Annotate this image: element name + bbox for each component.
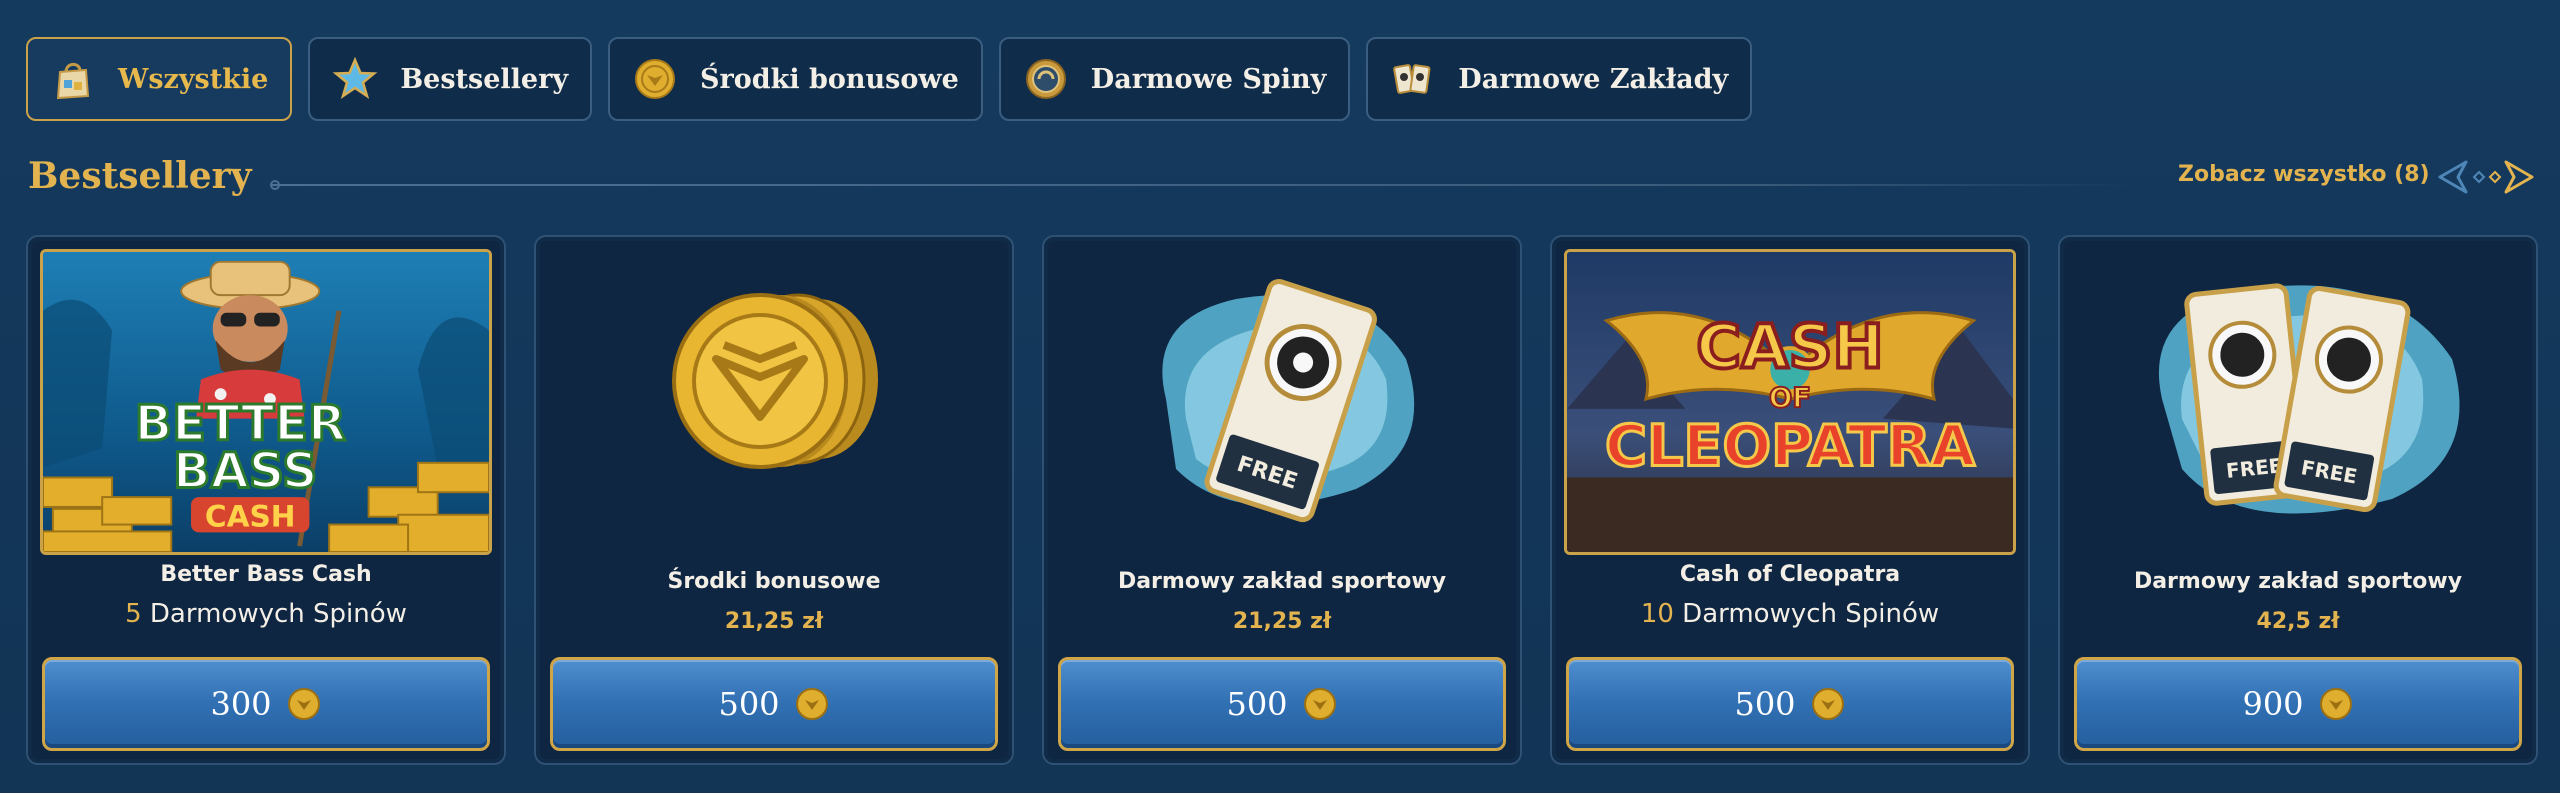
- card-title: Better Bass Cash: [160, 562, 372, 587]
- tab-label: Bestsellery: [400, 63, 569, 95]
- card-free-spins: 10 Darmowych Spinów: [1552, 599, 2028, 629]
- buy-button[interactable]: 900: [2074, 657, 2522, 751]
- tab-label: Środki bonusowe: [700, 63, 959, 95]
- card-price: 42,5 zł: [2256, 609, 2340, 634]
- buy-button[interactable]: 300: [42, 657, 490, 751]
- bestseller-cards: BETTER BASS CASH Better Bass Cash 5 Darm…: [26, 235, 2538, 765]
- section-title: Bestsellery: [28, 155, 252, 197]
- buy-button-cost: 500: [718, 685, 780, 723]
- tab-bestsellery[interactable]: Bestsellery: [308, 37, 593, 121]
- coin-icon: [287, 688, 320, 720]
- card-price: 21,25 zł: [724, 609, 824, 634]
- spin-chip-icon: [1023, 56, 1069, 102]
- shopping-bag-icon: [50, 56, 96, 102]
- product-card-cash-of-cleopatra[interactable]: CASH OF CLEOPATRA Cash of Cleopatra 10 D…: [1550, 235, 2030, 765]
- coin-icon: [1811, 688, 1844, 720]
- section-divider: [272, 184, 2132, 186]
- tab-label: Darmowe Spiny: [1090, 63, 1327, 95]
- buy-button[interactable]: 500: [1566, 657, 2014, 751]
- card-title: Środki bonusowe: [667, 569, 881, 594]
- tab-darmowe-spiny[interactable]: Darmowe Spiny: [998, 37, 1351, 121]
- game-thumbnail-cash-of-cleopatra[interactable]: CASH OF CLEOPATRA: [1564, 249, 2016, 555]
- coin-icon: [632, 56, 678, 102]
- bet-ticket-image: FREE: [1056, 249, 1508, 555]
- coin-stack-image: [548, 249, 1000, 555]
- star-icon: [332, 56, 378, 102]
- tab-label: Darmowe Zakłady: [1458, 63, 1729, 95]
- buy-button-cost: 900: [2242, 685, 2304, 723]
- tab-srodki-bonusowe[interactable]: Środki bonusowe: [608, 37, 983, 121]
- see-all-link[interactable]: Zobacz wszystko (8): [2178, 162, 2430, 187]
- art-title-line2: OF: [1769, 382, 1811, 414]
- free-spins-label: Darmowych Spinów: [141, 599, 407, 629]
- buy-button-cost: 500: [1226, 685, 1288, 723]
- category-tabs: Wszystkie Bestsellery Środki bonusowe Da…: [26, 37, 1753, 121]
- art-title-line3: CASH: [205, 500, 296, 534]
- coin-icon: [795, 688, 828, 720]
- product-card-darmowy-zaklad-2[interactable]: FREE FREE Darmowy zakład sportowy 42,5 z…: [2058, 235, 2538, 765]
- card-title: Darmowy zakład sportowy: [2133, 569, 2463, 594]
- tab-darmowe-zaklady[interactable]: Darmowe Zakłady: [1366, 37, 1753, 121]
- card-price: 21,25 zł: [1232, 609, 1332, 634]
- coin-icon: [2319, 688, 2352, 720]
- coin-icon: [1303, 688, 1336, 720]
- product-card-better-bass-cash[interactable]: BETTER BASS CASH Better Bass Cash 5 Darm…: [26, 235, 506, 765]
- art-title-line2: BASS: [173, 441, 318, 499]
- carousel-next-button[interactable]: [2502, 158, 2536, 196]
- free-spins-label: Darmowych Spinów: [1673, 599, 1940, 629]
- tab-label: Wszystkie: [118, 63, 269, 95]
- product-card-srodki-bonusowe[interactable]: Środki bonusowe 21,25 zł 500: [534, 235, 1014, 765]
- product-card-darmowy-zaklad-1[interactable]: FREE Darmowy zakład sportowy 21,25 zł 50…: [1042, 235, 1522, 765]
- free-spins-count: 10: [1640, 599, 1674, 629]
- art-title-line3: CLEOPATRA: [1605, 414, 1975, 480]
- card-title: Darmowy zakład sportowy: [1117, 569, 1447, 594]
- buy-button-cost: 500: [1734, 685, 1796, 723]
- card-title: Cash of Cleopatra: [1679, 562, 1901, 587]
- game-thumbnail-better-bass-cash[interactable]: BETTER BASS CASH: [40, 249, 492, 555]
- buy-button[interactable]: 500: [1058, 657, 1506, 751]
- card-free-spins: 5 Darmowych Spinów: [28, 599, 504, 629]
- buy-button-cost: 300: [210, 685, 272, 723]
- free-spins-count: 5: [125, 599, 142, 629]
- buy-button[interactable]: 500: [550, 657, 998, 751]
- bet-tickets-icon: [1390, 56, 1436, 102]
- carousel-prev-button[interactable]: [2436, 158, 2470, 196]
- carousel-dots-icon: [2472, 170, 2502, 184]
- art-title-line1: CASH: [1696, 312, 1883, 383]
- bet-tickets-image: FREE FREE: [2072, 249, 2524, 555]
- tab-wszystkie[interactable]: Wszystkie: [26, 37, 293, 121]
